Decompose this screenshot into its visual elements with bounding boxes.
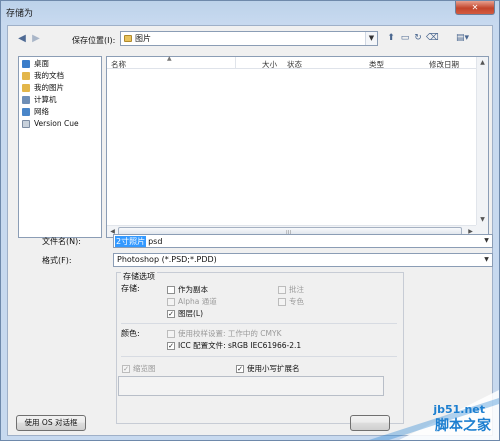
- checkbox-label: 图层(L): [178, 309, 204, 318]
- checkbox-label: 使用校样设置: 工作中的 CMYK: [178, 329, 282, 338]
- place-network[interactable]: 网络: [22, 106, 101, 117]
- folder-icon: [124, 35, 132, 42]
- column-size[interactable]: 大小: [262, 59, 277, 70]
- place-label: Version Cue: [34, 119, 79, 128]
- column-type[interactable]: 类型: [369, 59, 384, 70]
- use-os-dialog-button[interactable]: 使用 OS 对话框: [16, 415, 86, 431]
- icc-profile-checkbox[interactable]: ✓ ICC 配置文件: sRGB IEC61966-2.1: [167, 340, 301, 351]
- dialog-title: 存储为: [6, 9, 34, 19]
- checkbox-box: [167, 297, 175, 306]
- dialog-body: ◀ ▶ 保存位置(I): 图片 ▼ ⬆ ▭ ↻ ⌫ ▤▾ 桌面 我的文档 我的图…: [7, 25, 493, 436]
- checkbox-box: [167, 329, 175, 338]
- place-documents[interactable]: 我的文档: [22, 70, 101, 81]
- checkbox-label: 批注: [289, 285, 304, 294]
- computer-icon: [22, 95, 30, 104]
- checkbox-label: 缩览图: [133, 364, 156, 373]
- documents-icon: [22, 71, 30, 80]
- spot-color-checkbox[interactable]: 专色: [278, 296, 304, 307]
- scroll-down-icon[interactable]: ▼: [477, 214, 488, 225]
- scroll-up-icon[interactable]: ▲: [477, 57, 488, 68]
- vertical-scrollbar[interactable]: ▲ ▼: [476, 57, 488, 225]
- format-value: Photoshop (*.PSD;*.PDD): [117, 255, 217, 264]
- format-select[interactable]: Photoshop (*.PSD;*.PDD) ▼: [113, 253, 493, 267]
- close-button[interactable]: ✕: [455, 1, 495, 15]
- window-controls: ✕: [455, 1, 495, 15]
- notes-checkbox[interactable]: 批注: [278, 284, 304, 295]
- color-label: 颜色:: [121, 329, 140, 338]
- location-label: 保存位置(I):: [72, 36, 116, 45]
- checkbox-label: ICC 配置文件: sRGB IEC61966-2.1: [178, 341, 302, 350]
- check-icon: ✓: [122, 364, 130, 373]
- places-sidebar: 桌面 我的文档 我的图片 计算机 网络 Version Cue: [18, 56, 102, 238]
- watermark: jb51.net 脚本之家: [339, 390, 499, 440]
- place-version-cue[interactable]: Version Cue: [22, 118, 101, 129]
- format-label: 格式(F):: [42, 256, 72, 265]
- forward-arrow-icon[interactable]: ▶: [30, 33, 42, 45]
- filename-rest-text: psd: [148, 236, 163, 246]
- delete-icon[interactable]: ⌫: [426, 32, 439, 44]
- button-label: 使用 OS 对话框: [24, 418, 78, 427]
- check-icon: ✓: [167, 341, 175, 350]
- chevron-down-icon[interactable]: ▼: [481, 235, 492, 247]
- place-label: 计算机: [34, 95, 57, 104]
- up-folder-icon[interactable]: ⬆: [385, 32, 397, 44]
- checkbox-label: 使用小写扩展名: [247, 364, 300, 373]
- title-bar: 存储为 ✕: [1, 1, 499, 21]
- list-header: 名称 ▲ 大小 状态 类型 修改日期: [107, 55, 476, 70]
- desktop-icon: [22, 59, 30, 68]
- close-icon: ✕: [471, 3, 479, 12]
- filename-input[interactable]: 2寸照片 psd ▼: [113, 234, 493, 248]
- pictures-icon: [22, 83, 30, 92]
- save-options-title: 存储选项: [121, 271, 157, 282]
- checkbox-box: [278, 285, 286, 294]
- checkbox-box: [167, 285, 175, 294]
- as-copy-checkbox[interactable]: 作为副本: [167, 284, 208, 295]
- thumbnail-checkbox[interactable]: ✓ 缩览图: [122, 363, 156, 374]
- filename-label: 文件名(N):: [42, 237, 81, 246]
- checkbox-label: 专色: [289, 297, 304, 306]
- checkbox-label: 作为副本: [178, 285, 208, 294]
- divider: [121, 356, 397, 357]
- sort-up-icon: ▲: [167, 55, 172, 62]
- column-status[interactable]: 状态: [287, 59, 302, 70]
- place-label: 我的文档: [34, 71, 64, 80]
- lowercase-extension-checkbox[interactable]: ✓ 使用小写扩展名: [236, 363, 300, 374]
- divider: [121, 323, 397, 324]
- new-folder-icon[interactable]: ▭: [399, 32, 411, 44]
- chevron-down-icon[interactable]: ▼: [481, 254, 492, 266]
- refresh-icon[interactable]: ↻: [412, 32, 424, 44]
- check-icon: ✓: [236, 364, 244, 373]
- layers-checkbox[interactable]: ✓ 图层(L): [167, 308, 203, 319]
- check-icon: ✓: [167, 309, 175, 318]
- place-label: 网络: [34, 107, 49, 116]
- checkbox-label: Alpha 通道: [178, 297, 217, 306]
- place-computer[interactable]: 计算机: [22, 94, 101, 105]
- back-arrow-icon[interactable]: ◀: [16, 33, 28, 45]
- save-as-dialog: 存储为 ✕ ◀ ▶ 保存位置(I): 图片 ▼ ⬆ ▭ ↻ ⌫ ▤▾ 桌面 我的…: [0, 0, 500, 441]
- place-pictures[interactable]: 我的图片: [22, 82, 101, 93]
- location-combo[interactable]: 图片 ▼: [120, 31, 378, 46]
- watermark-name: 脚本之家: [435, 418, 491, 434]
- chevron-down-icon[interactable]: ▼: [365, 32, 377, 45]
- checkbox-box: [278, 297, 286, 306]
- place-label: 我的图片: [34, 83, 64, 92]
- column-modified[interactable]: 修改日期: [429, 59, 459, 70]
- file-list[interactable]: 名称 ▲ 大小 状态 类型 修改日期 ▲ ▼ ◀ ||| ▶: [106, 55, 489, 238]
- filename-selected-text: 2寸照片: [115, 235, 147, 247]
- location-value: 图片: [135, 34, 151, 43]
- alpha-channel-checkbox[interactable]: Alpha 通道: [167, 296, 217, 307]
- network-icon: [22, 107, 30, 116]
- use-proof-checkbox[interactable]: 使用校样设置: 工作中的 CMYK: [167, 328, 282, 339]
- column-name[interactable]: 名称: [111, 59, 126, 70]
- save-label: 存储:: [121, 284, 140, 293]
- column-divider[interactable]: [235, 57, 236, 68]
- place-label: 桌面: [34, 59, 49, 68]
- version-cue-icon: [22, 119, 30, 128]
- place-desktop[interactable]: 桌面: [22, 58, 101, 69]
- view-menu-icon[interactable]: ▤▾: [456, 32, 469, 44]
